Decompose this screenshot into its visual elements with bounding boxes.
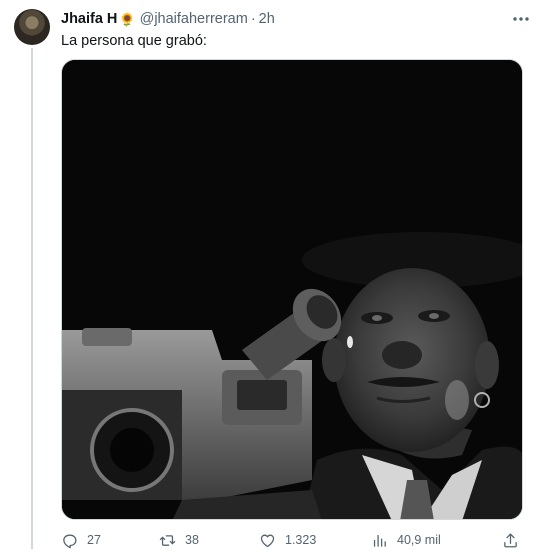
like-button[interactable]: 1.323: [259, 530, 316, 550]
like-count: 1.323: [285, 533, 317, 547]
tweet-timestamp[interactable]: 2h: [259, 11, 275, 27]
retweet-button[interactable]: 38: [159, 530, 199, 550]
user-handle[interactable]: @jhaifaherreram: [140, 11, 248, 27]
reply-icon: [63, 534, 77, 548]
share-button[interactable]: [502, 530, 519, 550]
tweet-text: La persona que grabó:: [61, 33, 207, 49]
tweet-actions-bar: 27 38 1.323 40,9 mil: [61, 530, 523, 550]
tweet-header: Jhaifa H 🌻 @jhaifaherreram · 2h: [61, 9, 275, 29]
meme-photo: [62, 60, 522, 519]
avatar[interactable]: [14, 9, 50, 45]
thread-line: [31, 48, 33, 549]
reply-count: 27: [87, 533, 101, 547]
separator-dot: ·: [250, 11, 256, 27]
retweet-icon: [159, 534, 176, 546]
tweet-media-image[interactable]: [61, 59, 523, 520]
views-icon: [373, 534, 386, 547]
heart-icon: [260, 534, 275, 547]
sunflower-emoji: 🌻: [119, 11, 136, 27]
display-name[interactable]: Jhaifa H: [61, 11, 117, 27]
more-options-button[interactable]: [509, 10, 533, 28]
share-icon: [504, 532, 517, 547]
more-icon: [513, 17, 529, 21]
views-count: 40,9 mil: [397, 533, 441, 547]
retweet-count: 38: [185, 533, 199, 547]
views-button[interactable]: 40,9 mil: [371, 530, 441, 550]
reply-button[interactable]: 27: [61, 530, 101, 550]
